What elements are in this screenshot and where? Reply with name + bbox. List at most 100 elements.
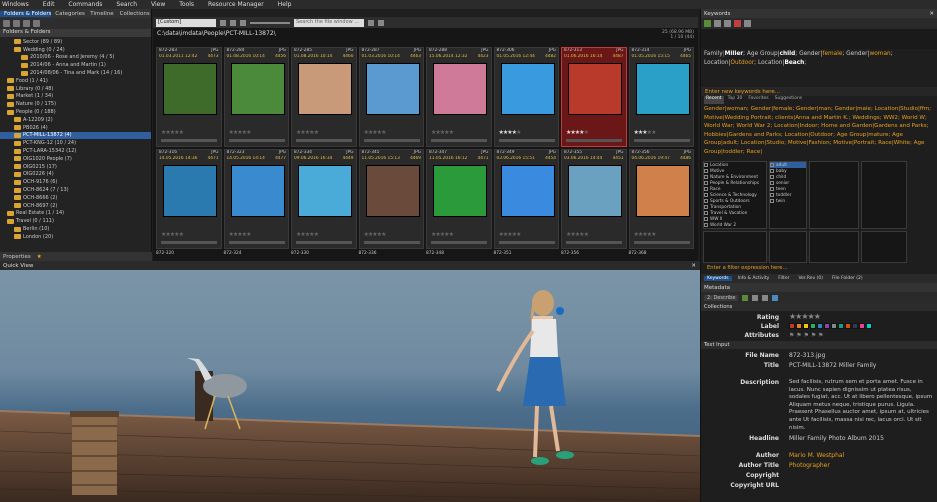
rating-stars[interactable]: ★★★★★ [634,231,657,238]
thumbnail-image[interactable] [568,63,622,115]
checkbox-icon[interactable] [704,187,708,191]
thumbnail-image[interactable] [500,63,555,115]
star-icon[interactable]: ★ [651,129,656,136]
thumbnail-image[interactable] [365,165,420,217]
star-icon[interactable]: ★ [246,231,251,238]
metadata-preset-select[interactable]: 2: Describe [704,294,739,301]
thumbnail-image[interactable] [298,165,352,217]
checkbox-icon[interactable] [770,163,774,167]
thumbnail-image[interactable] [230,63,285,115]
rating-stars[interactable]: ★★★★★ [161,231,184,238]
label-color-swatch[interactable] [838,323,844,329]
menu-item-commands[interactable]: Commands [68,1,102,8]
folder-tree-item[interactable]: Wedding (0 / 24) [0,46,151,54]
folder-tree-item[interactable]: 2014/08/06 - Tina and Mark (14 / 16) [0,69,151,77]
checkbox-icon[interactable] [770,169,774,173]
thumbnail-cell[interactable]: 872-284 JPG 01.08.2016 10:14 4456 ★★★★★ [223,47,289,147]
label-color-swatch[interactable] [845,323,851,329]
folder-tree-item[interactable]: OCH-8666 (2) [0,194,151,202]
folder-tree-item[interactable]: Market (1 / 34) [0,93,151,101]
bottom-tab[interactable]: Filter [775,276,792,281]
title-value[interactable]: PCT-MILL-13872 Miller Family [789,362,876,369]
label-color-swatch[interactable] [796,323,802,329]
folder-tree-item[interactable]: 2010/06 - Rose and Jeremy (4 / 5) [0,54,151,62]
thumbnail-cell[interactable]: 872-347 JPG 11.05.2016 16:12 4471 ★★★★★ [426,149,492,249]
thumbnail-cell[interactable]: 872-334 JPG 09.06.2016 16:34 4449 ★★★★★ [291,149,357,249]
star-icon[interactable]: ★ [179,129,184,136]
checkbox-icon[interactable] [770,175,774,179]
thumbnail-size-slider[interactable] [250,21,290,24]
label-color-swatch[interactable] [803,323,809,329]
author-title-value[interactable]: Photographer [789,462,830,469]
star-icon[interactable]: ★ [516,231,521,238]
rating-stars[interactable]: ★★★★★ [499,129,522,136]
star-icon[interactable]: ★ [314,231,319,238]
folder-tree-item[interactable]: PB026 (4) [0,124,151,132]
rating-stars[interactable]: ★★★★★ [229,129,252,136]
checkbox-icon[interactable] [704,205,708,209]
folder-tree-item[interactable]: Travel (0 / 111) [0,217,151,225]
suggested-keywords[interactable]: Gender|woman; Gender|female; Gender|man;… [701,104,937,159]
thumbnail-image[interactable] [230,165,285,217]
thumbnail-image[interactable] [163,63,217,115]
settings-icon[interactable] [744,20,751,27]
bottom-tab[interactable]: Info & Activity [735,276,773,281]
thumbnail-cell[interactable]: 872-316 JPG 14.05.2016 14:36 4471 ★★★★★ [156,149,222,249]
star-icon[interactable]: ★ [651,231,656,238]
thumbnail-cell[interactable]: 872-356 JPG 04.06.2016 19:47 4486 ★★★★★ [628,149,694,249]
checkbox-icon[interactable] [770,187,774,191]
filter-input[interactable]: Enter a filter expression here... [701,265,937,274]
star-icon[interactable]: ★ [584,231,589,238]
thumbnail-image[interactable] [163,165,217,217]
close-icon[interactable]: ✕ [929,11,934,17]
label-color-swatch[interactable] [852,323,858,329]
folder-tree-item[interactable]: PCT-MILL-13872 (4) [0,131,151,140]
copy-icon[interactable] [714,20,721,27]
category-item[interactable]: People & Relationships [704,180,766,186]
thumbnail-cell[interactable]: 872-313 JPG 01.06.2016 16:14 4487 ★★★★★ [561,47,627,147]
category-item[interactable]: Science & Technology [704,192,766,198]
folder-tree-item[interactable]: OCH-8624 (7 / 13) [0,186,151,194]
rating-stars[interactable]: ★★★★★ [161,129,184,136]
properties-tab[interactable]: Properties [3,254,31,260]
thumbnail-image[interactable] [635,165,690,217]
label-color-swatch[interactable] [789,323,795,329]
label-color-swatch[interactable] [859,323,865,329]
checkbox-icon[interactable] [704,181,708,185]
rating-stars[interactable]: ★★★★★ [364,231,387,238]
sort-icon[interactable] [230,19,236,26]
bottom-tab[interactable]: Keywords [704,276,732,281]
thumbnail-image[interactable] [433,63,487,115]
thumbnail-cell[interactable]: 872-349 JPG 03.06.2016 15:51 4454 ★★★★★ [493,149,559,249]
label-color-swatch[interactable] [817,323,823,329]
thumbnail-cell[interactable]: 872-355 JPG 03.06.2016 14:44 4451 ★★★★★ [561,149,627,249]
headline-value[interactable]: Miller Family Photo Album 2015 [789,435,884,442]
save-icon[interactable] [742,294,749,301]
folder-tree-item[interactable]: OCH-8697 (2) [0,202,151,210]
menu-item-tools[interactable]: Tools [179,1,194,8]
thumbnail-image[interactable] [635,63,690,115]
checkbox-icon[interactable] [704,175,708,179]
folder-tree-item[interactable]: Nature (0 / 175) [0,100,151,108]
delete-icon[interactable] [734,20,741,27]
folder-tree-item[interactable]: OIG0215 (17) [0,163,151,171]
text-input-section[interactable]: Text Input [701,341,937,349]
bottom-tab[interactable]: Ver.Rev (0) [795,276,826,281]
folder-tree-item[interactable]: 2014/06 - Anna and Martin (1) [0,61,151,69]
menu-item-help[interactable]: Help [278,1,292,8]
star-icon[interactable]: ★ [381,231,386,238]
label-color-swatch[interactable] [831,323,837,329]
menu-item-view[interactable]: View [151,1,165,8]
thumbnail-cell[interactable]: 872-287 JPG 01.03.2016 10:14 4463 ★★★★★ [358,47,424,147]
description-value[interactable]: Sed facilisis, rutrum sem et porta amet.… [789,379,934,432]
thumbnail-cell[interactable]: 872-285 JPG 01.08.2016 10:14 4460 ★★★★★ [291,47,357,147]
star-icon[interactable]: ★ [449,129,454,136]
star-icon[interactable]: ★ [449,231,454,238]
thumbnail-cell[interactable]: 872-323 JPG 14.05.2016 14:14 4477 ★★★★★ [223,149,289,249]
author-value[interactable]: Mario M. Westphal [789,452,844,459]
close-icon[interactable]: ✕ [691,263,696,269]
tab-2[interactable]: Timeline [86,11,115,17]
thumbnail-image[interactable] [365,63,420,115]
thumbnail-cell[interactable]: 872-288 JPG 15.06.2014 12:32 4423 ★★★★★ [426,47,492,147]
undo-icon[interactable] [752,294,759,301]
